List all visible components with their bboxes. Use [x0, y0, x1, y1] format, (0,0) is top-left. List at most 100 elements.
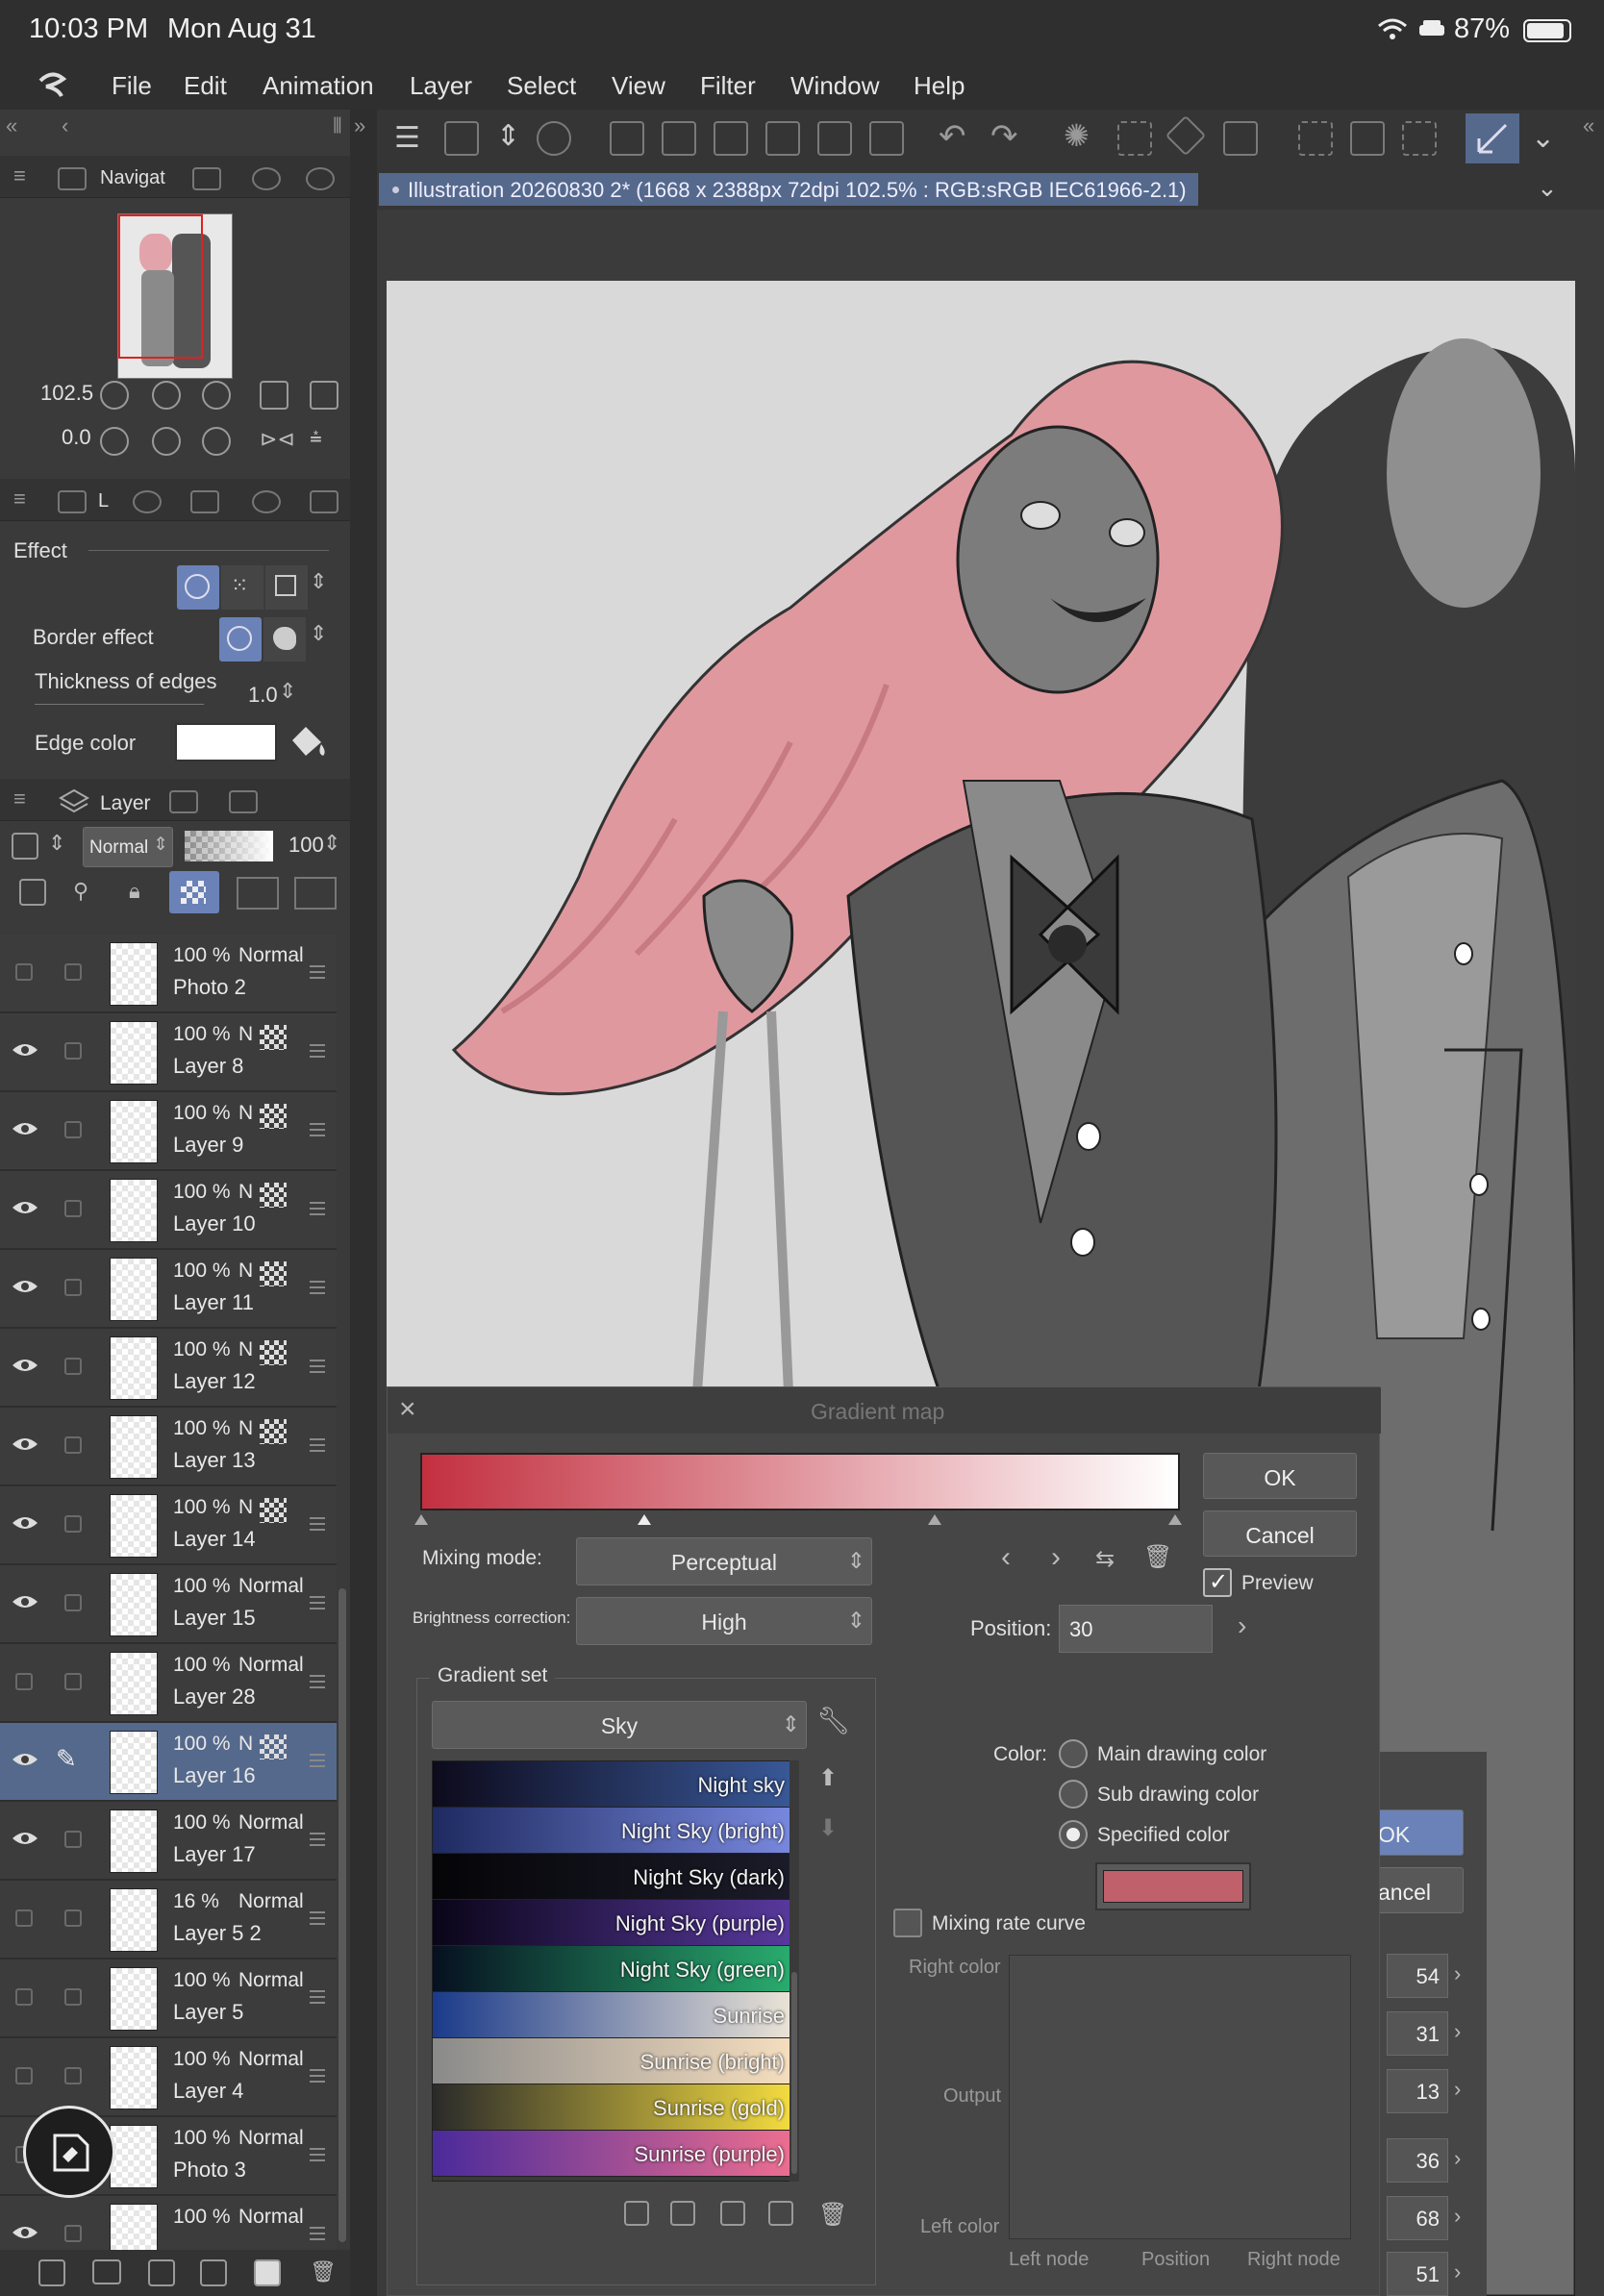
layer-row[interactable]: 100 % Normal Layer 28 — [0, 1644, 337, 1723]
bg-value-3[interactable]: 36 — [1387, 2138, 1448, 2183]
collapse-right-icon[interactable]: « — [1583, 113, 1594, 138]
menu-help[interactable]: Help — [914, 71, 965, 101]
selection-border-icon[interactable] — [1402, 121, 1437, 156]
preset-scrollbar[interactable] — [789, 1760, 799, 2182]
drag-handle-icon[interactable] — [310, 1202, 325, 1215]
drag-handle-icon[interactable] — [310, 1911, 325, 1925]
visibility-box[interactable] — [15, 1909, 33, 1927]
eye-icon[interactable] — [12, 1513, 38, 1533]
border-edge-button[interactable] — [263, 617, 306, 661]
rotation-value[interactable]: 0.0 — [62, 425, 91, 450]
crop-icon[interactable] — [1223, 121, 1258, 156]
zoom-out-icon[interactable] — [100, 381, 129, 410]
layer-lock-box[interactable] — [64, 1121, 82, 1138]
layer-lock-box[interactable] — [64, 1200, 82, 1217]
close-icon[interactable]: × — [399, 1393, 416, 1426]
drag-handle-icon[interactable] — [310, 1990, 325, 2004]
add-gradient-icon[interactable] — [768, 2201, 793, 2226]
brightness-select[interactable]: High ⇕ — [576, 1597, 872, 1645]
gradient-preset-item[interactable]: Night Sky (bright) — [433, 1808, 798, 1854]
loading-icon[interactable]: ✺ — [1064, 117, 1090, 154]
layer-lock-box[interactable] — [64, 963, 82, 981]
layer-row[interactable]: 100 % N Layer 13 — [0, 1408, 337, 1486]
effect-none-button[interactable] — [177, 565, 219, 610]
eye-icon[interactable] — [12, 1277, 38, 1296]
delete-layer-icon[interactable]: 🗑︎ — [310, 2259, 337, 2284]
deselect-icon[interactable] — [1298, 121, 1333, 156]
layer-lock-box[interactable] — [64, 1831, 82, 1848]
drag-handle-icon[interactable] — [310, 1596, 325, 1610]
menu-icon[interactable]: ≡ — [13, 786, 26, 811]
bg-value-5[interactable]: 51 — [1387, 2252, 1448, 2296]
gradient-preset-item[interactable]: Sunrise — [433, 1992, 798, 2038]
layer-row[interactable]: 100 % N Layer 11 — [0, 1250, 337, 1329]
lock-icon[interactable]: 🔒︎ — [129, 879, 140, 904]
layer-stack-icon[interactable] — [58, 786, 90, 815]
layer-lock-box[interactable] — [64, 1436, 82, 1454]
layer-row[interactable]: 100 % Normal Layer 4 — [0, 2038, 337, 2117]
effect-watercolor-button[interactable] — [265, 565, 308, 610]
thickness-stepper-icon[interactable]: ⇕ — [279, 679, 296, 704]
eye-icon[interactable] — [12, 1750, 38, 1769]
gradient-preset-item[interactable]: Sunrise (purple) — [433, 2131, 798, 2177]
document-tab[interactable]: Illustration 20260830 2* (1668 x 2388px … — [379, 173, 1198, 206]
undo-icon[interactable]: ↶ — [939, 117, 966, 156]
flip-vertical-icon[interactable]: ⩮ — [310, 425, 322, 450]
reset-rotation-icon[interactable] — [202, 427, 231, 456]
gradient-set-select[interactable]: Sky ⇕ — [432, 1701, 807, 1749]
toolbar-more-icon[interactable]: ⌄ — [1531, 121, 1555, 155]
bg-value-0[interactable]: 54 — [1387, 1954, 1448, 1998]
autoaction-tab-icon[interactable] — [229, 790, 258, 813]
gradient-preset-item[interactable]: Sunrise (gold) — [433, 2084, 798, 2131]
gradient-node-0[interactable] — [414, 1514, 428, 1525]
command-menu-icon[interactable]: ☰ — [394, 121, 420, 155]
collapse-left-icon[interactable]: « — [6, 113, 17, 138]
drag-handle-icon[interactable] — [310, 1517, 325, 1531]
layer-row[interactable]: 100 % N Layer 12 — [0, 1329, 337, 1408]
color-tab-icon[interactable] — [190, 490, 219, 513]
layer-row[interactable]: ✎ 100 % N Layer 16 — [0, 1723, 337, 1802]
delete-node-icon[interactable]: 🗑︎ — [1143, 1543, 1172, 1571]
color-wheel-tab-icon[interactable] — [252, 490, 281, 513]
thickness-value[interactable]: 1.0 — [248, 683, 278, 708]
export-gradient-icon[interactable] — [670, 2201, 695, 2226]
copy-layer-icon[interactable] — [148, 2259, 175, 2286]
preview-checkbox[interactable]: ✓ — [1203, 1568, 1232, 1597]
effect-texture-button[interactable]: ⁙ — [221, 565, 263, 610]
open-file-icon[interactable] — [662, 121, 696, 156]
mask-layer-icon[interactable] — [254, 2259, 281, 2286]
drag-handle-icon[interactable] — [310, 1281, 325, 1294]
navigator-tab-icon[interactable] — [58, 167, 87, 190]
quick-access-button[interactable] — [23, 2106, 115, 2198]
opacity-stepper-icon[interactable]: ⇕ — [323, 831, 340, 856]
save-icon[interactable] — [714, 121, 748, 156]
menu-edit[interactable]: Edit — [184, 71, 227, 101]
reference-layer-icon[interactable]: ⚲ — [73, 879, 88, 904]
zoom-value[interactable]: 102.5 — [40, 381, 93, 406]
layer-color-stepper-icon[interactable]: ⇕ — [48, 831, 65, 856]
cloud-icon[interactable] — [537, 121, 571, 156]
menu-layer[interactable]: Layer — [410, 71, 472, 101]
import-gradient-icon[interactable] — [624, 2201, 649, 2226]
app-logo-icon[interactable] — [35, 67, 69, 102]
layer-tab-label[interactable]: Layer — [100, 792, 151, 815]
drag-handle-icon[interactable] — [310, 1675, 325, 1688]
gradient-preset-item[interactable]: Night sky — [433, 1761, 798, 1808]
select-all-icon[interactable] — [1117, 121, 1152, 156]
thickness-slider[interactable] — [35, 704, 204, 705]
bg-arrow-icon-1[interactable]: › — [1454, 2019, 1461, 2044]
delete-gradient-icon[interactable]: 🗑︎ — [818, 2201, 847, 2229]
opacity-value[interactable]: 100 — [288, 833, 324, 858]
layer-row[interactable]: 100 % N Layer 8 — [0, 1013, 337, 1092]
snap-ruler-button[interactable] — [1466, 113, 1519, 163]
rotate-left-icon[interactable] — [100, 427, 129, 456]
layer-scrollbar[interactable] — [337, 925, 350, 2290]
layer-lock-box[interactable] — [64, 2067, 82, 2084]
zoom-actual-icon[interactable] — [260, 381, 288, 410]
eye-icon[interactable] — [12, 2223, 38, 2242]
layer-lock-box[interactable] — [64, 1515, 82, 1533]
layer-lock-box[interactable] — [64, 1358, 82, 1375]
gradient-preset-item[interactable]: Sunrise (bright) — [433, 2038, 798, 2084]
layer-lock-box[interactable] — [64, 2225, 82, 2242]
drag-handle-icon[interactable] — [310, 1438, 325, 1452]
